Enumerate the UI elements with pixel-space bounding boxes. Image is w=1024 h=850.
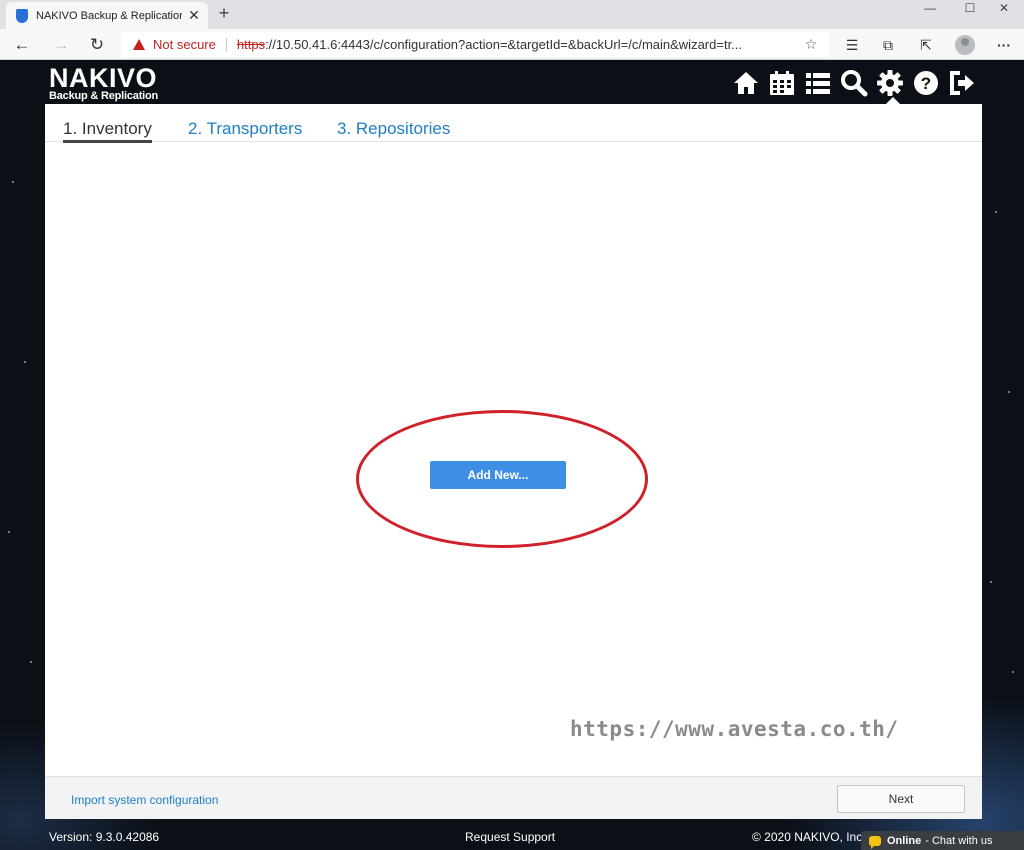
logout-icon[interactable] — [944, 68, 980, 98]
tab-inventory[interactable]: 1. Inventory — [63, 119, 152, 143]
new-tab-button[interactable]: + — [214, 3, 234, 24]
chat-online-label: Online — [887, 834, 922, 847]
browser-tab-strip: NAKIVO Backup & Replication v9 ✕ + — ☐ ✕ — [0, 0, 1024, 29]
wizard-tabs: 1. Inventory 2. Transporters 3. Reposito… — [45, 104, 982, 143]
next-button[interactable]: Next — [837, 785, 965, 813]
browser-toolbar: ← → ↻ Not secure https ://10.50.41.6:444… — [0, 29, 1024, 60]
help-icon[interactable]: ? — [908, 68, 944, 98]
copyright-text: © 2020 NAKIVO, Inc — [752, 830, 863, 844]
profile-icon[interactable] — [955, 35, 975, 55]
watermark-text: https://www.avesta.co.th/ — [570, 717, 899, 741]
request-support-link[interactable]: Request Support — [465, 830, 555, 844]
tab-transporters[interactable]: 2. Transporters — [188, 119, 302, 139]
home-icon[interactable] — [728, 68, 764, 98]
star-icon[interactable]: ☆ — [801, 36, 821, 53]
collections-icon[interactable]: ⧉ — [876, 34, 900, 56]
active-menu-caret — [886, 97, 900, 104]
tab-close-icon[interactable]: ✕ — [186, 7, 202, 24]
chat-widget[interactable]: Online - Chat with us — [861, 831, 1024, 850]
security-status[interactable]: Not secure — [153, 37, 216, 52]
version-text: Version: 9.3.0.42086 — [49, 830, 160, 844]
forward-button[interactable]: → — [50, 34, 72, 56]
address-bar[interactable]: Not secure https ://10.50.41.6:4443/c/co… — [121, 32, 829, 57]
wizard-footer: Import system configuration Next — [45, 776, 982, 819]
tab-repositories[interactable]: 3. Repositories — [337, 119, 450, 139]
chat-label: - Chat with us — [925, 834, 993, 847]
minimize-button[interactable]: — — [910, 2, 950, 16]
import-configuration-link[interactable]: Import system configuration — [71, 793, 218, 807]
reload-button[interactable]: ↻ — [86, 34, 108, 56]
close-window-button[interactable]: ✕ — [984, 2, 1024, 16]
warning-icon — [133, 39, 145, 50]
nakivo-favicon-icon — [16, 8, 28, 23]
search-icon[interactable] — [836, 68, 872, 98]
list-icon[interactable] — [800, 68, 836, 98]
app-background: NAKIVO Backup & Replication ? 1. Invento… — [0, 61, 1024, 850]
add-new-button[interactable]: Add New... — [430, 461, 566, 489]
nakivo-logo[interactable]: NAKIVO Backup & Replication — [49, 63, 159, 103]
back-button[interactable]: ← — [11, 34, 33, 56]
divider — [225, 37, 227, 52]
tab-title: NAKIVO Backup & Replication v9 — [36, 9, 182, 22]
favorites-icon[interactable]: ☰ — [840, 34, 864, 56]
header-toolbar: ? — [728, 68, 980, 98]
logo-sub-text: Backup & Replication — [49, 90, 159, 102]
url-scheme: https — [236, 37, 266, 52]
wizard-panel: 1. Inventory 2. Transporters 3. Reposito… — [45, 104, 982, 819]
calendar-icon[interactable] — [764, 68, 800, 98]
share-icon[interactable]: ⇱ — [914, 34, 938, 56]
svg-text:?: ? — [921, 74, 931, 93]
logo-main-text: NAKIVO — [49, 63, 158, 93]
settings-icon[interactable] — [872, 68, 908, 98]
chat-bubble-icon — [869, 835, 881, 849]
browser-tab[interactable]: NAKIVO Backup & Replication v9 ✕ — [6, 2, 208, 29]
more-icon[interactable]: ··· — [992, 34, 1016, 56]
url-text: ://10.50.41.6:4443/c/configuration?actio… — [265, 37, 743, 52]
